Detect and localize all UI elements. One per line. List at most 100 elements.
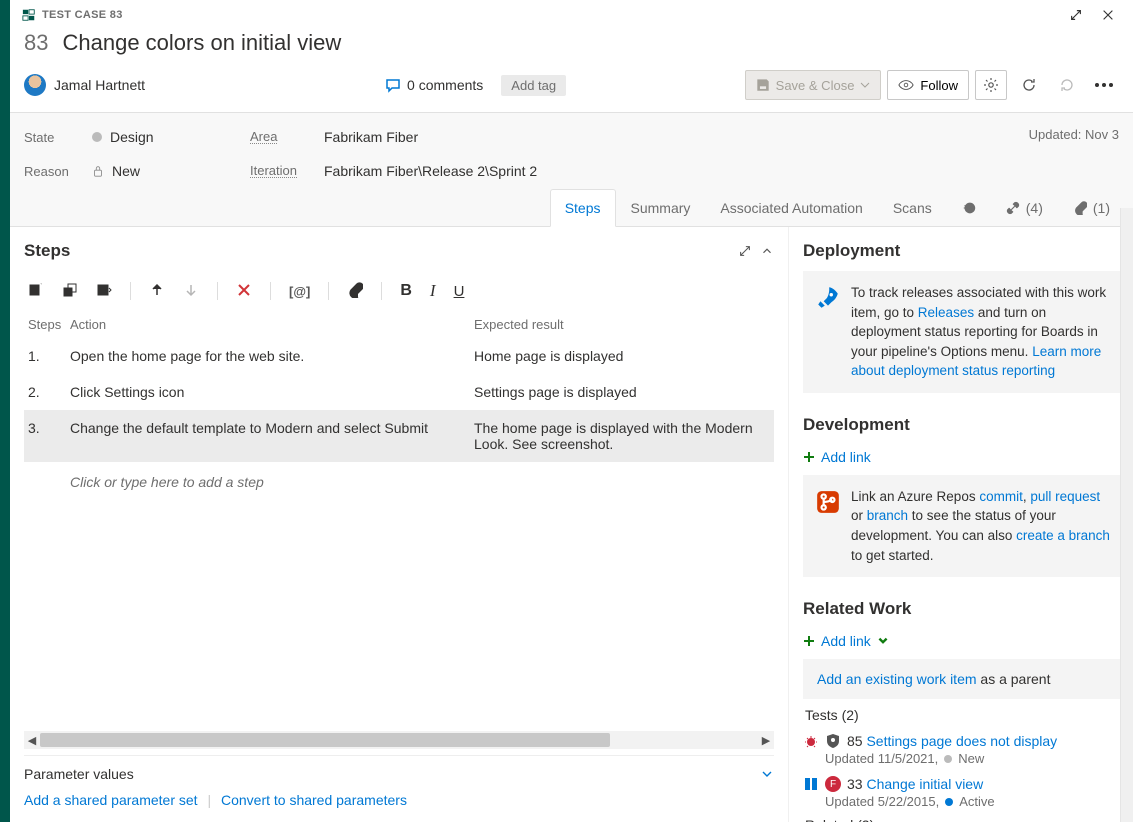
add-step-placeholder[interactable]: Click or type here to add a step (24, 462, 774, 502)
iteration-value[interactable]: Fabrikam Fiber\Release 2\Sprint 2 (324, 161, 537, 181)
refresh-button[interactable] (1013, 70, 1045, 100)
steps-section-title: Steps (24, 241, 738, 261)
state-label: State (24, 127, 92, 147)
tab-scans[interactable]: Scans (878, 189, 947, 226)
chevron-down-icon (877, 635, 889, 647)
bold-button[interactable]: B (400, 282, 412, 300)
branch-link[interactable]: branch (867, 508, 908, 523)
follow-label: Follow (920, 78, 958, 93)
scroll-right-icon[interactable]: ▶ (758, 732, 774, 748)
attachment-icon (1073, 201, 1087, 215)
step-row[interactable]: 2. Click Settings icon Settings page is … (24, 374, 774, 410)
add-parent-box[interactable]: Add an existing work item as a parent (803, 659, 1123, 699)
col-steps-header: Steps (28, 317, 70, 332)
assignee-avatar[interactable] (24, 74, 46, 96)
lock-icon (92, 165, 104, 177)
eye-icon (898, 79, 914, 91)
area-label: Area (250, 130, 277, 144)
state-dot-icon (944, 755, 952, 763)
test-case-icon (22, 8, 36, 22)
plus-icon (803, 635, 815, 647)
history-icon (962, 201, 976, 215)
dev-add-link[interactable]: Add link (803, 449, 871, 465)
create-shared-steps-button[interactable] (96, 282, 112, 301)
updated-timestamp: Updated: Nov 3 (1029, 127, 1119, 142)
step-row[interactable]: 1. Open the home page for the web site. … (24, 338, 774, 374)
add-tag-button[interactable]: Add tag (501, 75, 566, 96)
reason-label: Reason (24, 161, 92, 181)
tab-steps[interactable]: Steps (550, 189, 616, 227)
state-value[interactable]: Design (92, 127, 250, 147)
step-expected[interactable]: The home page is displayed with the Mode… (474, 420, 770, 452)
assignee-name[interactable]: Jamal Hartnett (54, 77, 145, 93)
step-action[interactable]: Change the default template to Modern an… (70, 420, 474, 452)
chevron-down-icon[interactable] (760, 767, 774, 781)
iteration-label: Iteration (250, 164, 297, 178)
step-expected[interactable]: Home page is displayed (474, 348, 770, 364)
reason-value[interactable]: New (92, 161, 250, 181)
tab-associated-automation[interactable]: Associated Automation (705, 189, 877, 226)
save-close-label: Save & Close (776, 78, 855, 93)
italic-button[interactable]: I (430, 281, 436, 301)
related-add-link[interactable]: Add link (803, 633, 889, 649)
delete-step-button[interactable] (236, 282, 252, 301)
step-action[interactable]: Click Settings icon (70, 384, 474, 400)
scroll-left-icon[interactable]: ◀ (24, 732, 40, 748)
save-close-button[interactable]: Save & Close (745, 70, 882, 100)
work-item-heading: 83 Change colors on initial view (10, 22, 1133, 66)
undo-button[interactable] (1051, 70, 1083, 100)
deployment-title: Deployment (803, 241, 1123, 261)
link-icon (1006, 201, 1020, 215)
test-link[interactable]: Settings page does not display (866, 733, 1057, 749)
releases-link[interactable]: Releases (918, 305, 974, 320)
avatar-badge-icon: F (825, 776, 841, 792)
plus-icon (803, 451, 815, 463)
related-test-item[interactable]: F 33 Change initial view (803, 772, 1123, 794)
insert-step-button[interactable] (28, 282, 44, 301)
chevron-down-icon (860, 80, 870, 90)
commit-link[interactable]: commit (979, 489, 1023, 504)
work-item-title[interactable]: Change colors on initial view (62, 30, 341, 56)
expand-icon[interactable] (738, 244, 752, 258)
book-icon (803, 776, 819, 792)
tab-links[interactable]: (4) (991, 189, 1058, 226)
tab-summary[interactable]: Summary (616, 189, 706, 226)
mention-button[interactable]: [@] (289, 284, 310, 299)
close-icon[interactable] (1101, 8, 1115, 22)
col-expected-header: Expected result (474, 317, 770, 332)
step-expected[interactable]: Settings page is displayed (474, 384, 770, 400)
move-down-button[interactable] (183, 282, 199, 301)
title-bar-label: TEST CASE 83 (42, 9, 123, 21)
add-parent-link[interactable]: Add an existing work item (817, 671, 977, 687)
add-shared-param-link[interactable]: Add a shared parameter set (24, 792, 198, 808)
rocket-icon (815, 285, 841, 311)
accent-bar (0, 0, 10, 822)
tab-history[interactable] (947, 189, 991, 226)
maximize-diagonal-icon[interactable] (1069, 8, 1083, 22)
area-value[interactable]: Fabrikam Fiber (324, 127, 537, 147)
tests-subheader: Tests (2) (805, 707, 1123, 723)
collapse-chevron-icon[interactable] (760, 244, 774, 258)
insert-shared-step-button[interactable] (62, 282, 78, 301)
state-dot-icon (945, 798, 953, 806)
step-action[interactable]: Open the home page for the web site. (70, 348, 474, 364)
pull-request-link[interactable]: pull request (1030, 489, 1100, 504)
related-subheader: Related (2) (805, 817, 1123, 822)
development-title: Development (803, 415, 1123, 435)
test-link[interactable]: Change initial view (866, 776, 983, 792)
deployment-info-box: To track releases associated with this w… (803, 271, 1123, 393)
horizontal-scrollbar[interactable]: ◀ ▶ (24, 731, 774, 749)
step-row[interactable]: 3. Change the default template to Modern… (24, 410, 774, 462)
tab-attachments[interactable]: (1) (1058, 189, 1125, 226)
follow-button[interactable]: Follow (887, 70, 969, 100)
move-up-button[interactable] (149, 282, 165, 301)
related-work-title: Related Work (803, 599, 1123, 619)
comments-button[interactable]: 0 comments (385, 77, 483, 93)
create-branch-link[interactable]: create a branch (1016, 528, 1110, 543)
attach-button[interactable] (347, 282, 363, 301)
convert-shared-param-link[interactable]: Convert to shared parameters (221, 792, 407, 808)
more-actions-button[interactable] (1089, 70, 1119, 100)
settings-button[interactable] (975, 70, 1007, 100)
underline-button[interactable]: U (454, 283, 465, 300)
related-test-item[interactable]: 85 Settings page does not display (803, 729, 1123, 751)
